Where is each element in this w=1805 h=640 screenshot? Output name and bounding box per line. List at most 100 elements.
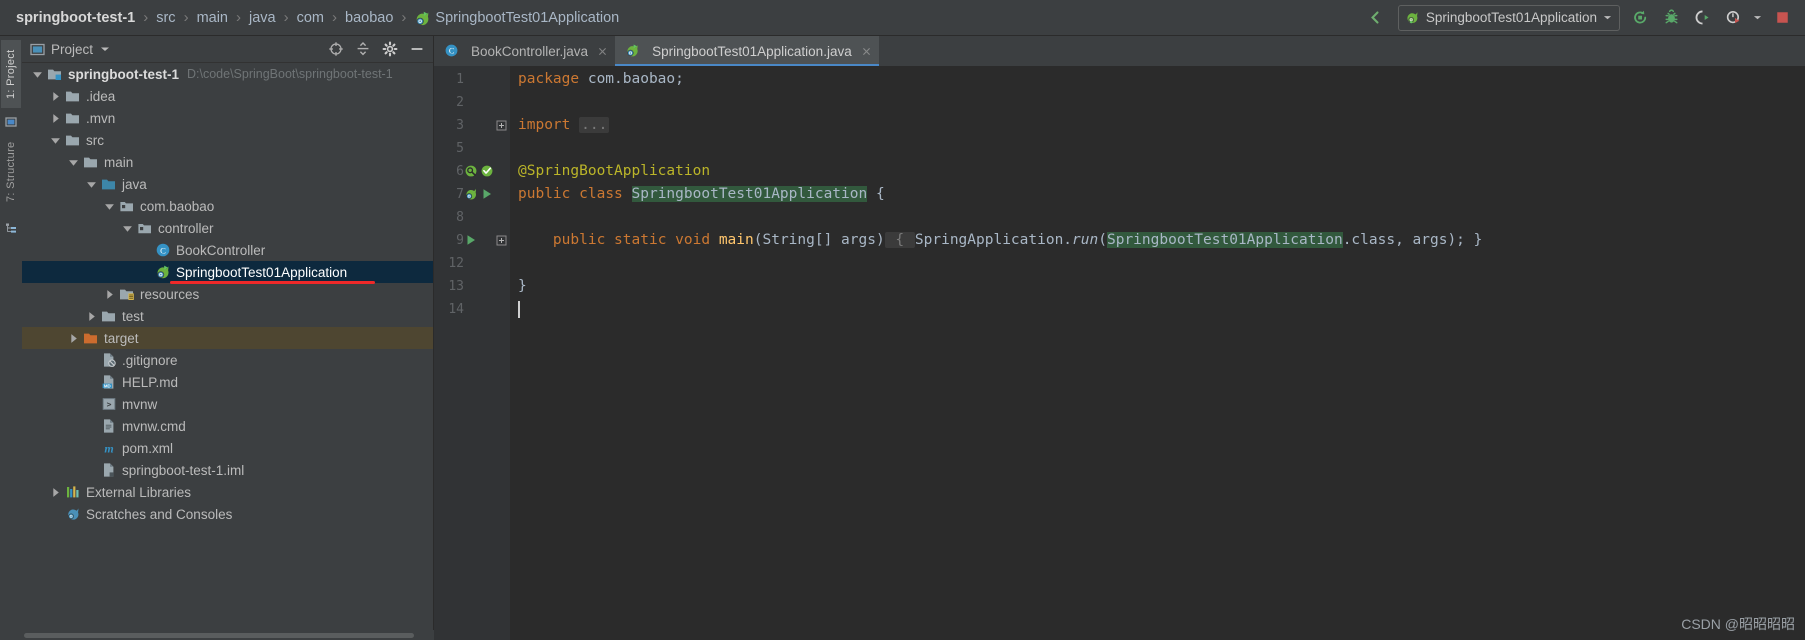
tree-row[interactable]: .idea [22,85,433,107]
chevron-down-icon[interactable] [50,135,61,146]
tree-row[interactable]: springboot-test-1.iml [22,459,433,481]
tree-row-label: controller [158,220,214,236]
gutter-line[interactable]: 9 [434,229,510,252]
collapse-all-icon[interactable] [355,41,371,57]
breadcrumb-item-main[interactable]: main [197,10,228,26]
breadcrumb-label: baobao [345,9,394,26]
code-content[interactable]: package com.baobao; import ... @SpringBoot… [510,66,1805,640]
profiler-dropdown-icon[interactable] [1753,13,1762,22]
tree-row[interactable]: target [22,327,433,349]
chevron-down-icon[interactable] [122,223,133,234]
chevron-right-icon[interactable] [50,113,61,124]
tree-row[interactable]: External Libraries [22,481,433,503]
inspection-ok-icon[interactable] [480,164,494,178]
code-token: main [718,232,754,248]
editor-tab-inactive[interactable]: C BookController.java [434,36,616,66]
gutter-line[interactable]: 5 [434,137,510,160]
chevron-right-icon[interactable] [104,289,115,300]
java-class-icon: C [155,242,171,258]
breadcrumb-item-baobao[interactable]: baobao [345,10,393,26]
source-root-icon [101,176,117,192]
code-line: import ... [518,114,610,137]
tree-row[interactable]: controller [22,217,433,239]
tree-row[interactable]: test [22,305,433,327]
close-icon[interactable] [861,46,872,57]
breadcrumb-item-com[interactable]: com [297,10,324,26]
gutter-line[interactable]: 6 [434,160,510,183]
tree-row[interactable]: springboot-test-1 D:\code\SpringBoot\spri… [22,63,433,85]
stop-icon[interactable] [1771,7,1793,29]
profiler-icon[interactable] [1722,7,1744,29]
breadcrumb-separator: › [401,9,407,26]
chevron-right-icon[interactable] [86,311,97,322]
back-arrow-icon[interactable] [1367,7,1389,29]
fold-expand-icon[interactable] [496,235,507,246]
gutter-line[interactable]: 2 [434,91,510,114]
sidebar-item-project[interactable]: 1: Project [1,40,21,108]
tree-row[interactable]: resources [22,283,433,305]
chevron-down-icon[interactable] [104,201,115,212]
breadcrumb-item-springboottest01application[interactable]: SpringbootTest01Application [414,10,619,26]
gutter-line[interactable]: 1 [434,68,510,91]
editor-gutter[interactable]: 1 2 3 5 6 7 8 9 12 13 14 [434,66,510,640]
breadcrumb-item-java[interactable]: java [249,10,276,26]
tree-row[interactable]: main [22,151,433,173]
code-token: void [675,232,711,248]
breadcrumb-item-src[interactable]: src [156,10,175,26]
spring-boot-icon[interactable] [464,187,478,201]
tree-row[interactable]: > mvnw [22,393,433,415]
code-token: static [614,232,667,248]
chevron-down-icon[interactable] [1603,13,1612,22]
tree-row[interactable]: java [22,173,433,195]
gutter-line[interactable]: 12 [434,252,510,275]
gear-icon[interactable] [382,41,398,57]
navigation-bar: springboot-test-1 › src › main › java › com › baob… [0,0,1805,36]
package-icon [119,198,135,214]
tree-row[interactable]: com.baobao [22,195,433,217]
tree-row[interactable]: m pom.xml [22,437,433,459]
chevron-down-icon[interactable] [68,157,79,168]
chevron-right-icon[interactable] [68,333,79,344]
run-gutter-icon[interactable] [480,187,494,201]
breadcrumb-item-springboot-test-1[interactable]: springboot-test-1 [16,10,135,26]
code-token: public [518,186,571,202]
minimize-icon[interactable] [409,41,425,57]
tree-row[interactable]: SpringbootTest01Application [22,261,433,284]
svg-text:m: m [104,441,113,455]
editor-tab-active[interactable]: SpringbootTest01Application.java [615,36,879,66]
debug-icon[interactable] [1660,7,1682,29]
fold-expand-icon[interactable] [496,120,507,131]
line-number: 9 [456,233,464,248]
gutter-line[interactable]: 3 [434,114,510,137]
rerun-icon[interactable] [1629,7,1651,29]
tree-row[interactable]: mvnw.cmd [22,415,433,437]
code-editor[interactable]: 1 2 3 5 6 7 8 9 12 13 14 package com.baobao; import… [434,66,1805,640]
tree-row[interactable]: C BookController [22,239,433,261]
sidebar-item-structure[interactable]: 7: Structure [1,132,21,212]
project-horizontal-scrollbar[interactable] [22,630,434,640]
tree-row[interactable]: MD HELP.md [22,371,433,393]
gutter-line[interactable]: 13 [434,275,510,298]
project-tree[interactable]: springboot-test-1 D:\code\SpringBoot\spri… [22,63,433,619]
tree-row[interactable]: src [22,129,433,151]
breadcrumb-separator: › [143,9,149,26]
gutter-line[interactable]: 14 [434,298,510,321]
libraries-icon [65,484,81,500]
tree-row[interactable]: .mvn [22,107,433,129]
spring-bean-icon[interactable] [464,164,478,178]
gutter-line[interactable]: 7 [434,183,510,206]
run-configuration-selector[interactable]: SpringbootTest01Application [1397,4,1620,31]
markdown-file-icon: MD [101,374,117,390]
crosshair-icon[interactable] [328,41,344,57]
tree-row[interactable]: .gitignore [22,349,433,371]
run-gutter-icon[interactable] [464,233,478,247]
chevron-down-icon[interactable] [100,44,110,54]
chevron-right-icon[interactable] [50,487,61,498]
coverage-icon[interactable] [1691,7,1713,29]
close-icon[interactable] [597,46,608,57]
chevron-right-icon[interactable] [50,91,61,102]
chevron-down-icon[interactable] [86,179,97,190]
chevron-down-icon[interactable] [32,69,43,80]
gutter-line[interactable]: 8 [434,206,510,229]
tree-row[interactable]: Scratches and Consoles [22,503,433,525]
